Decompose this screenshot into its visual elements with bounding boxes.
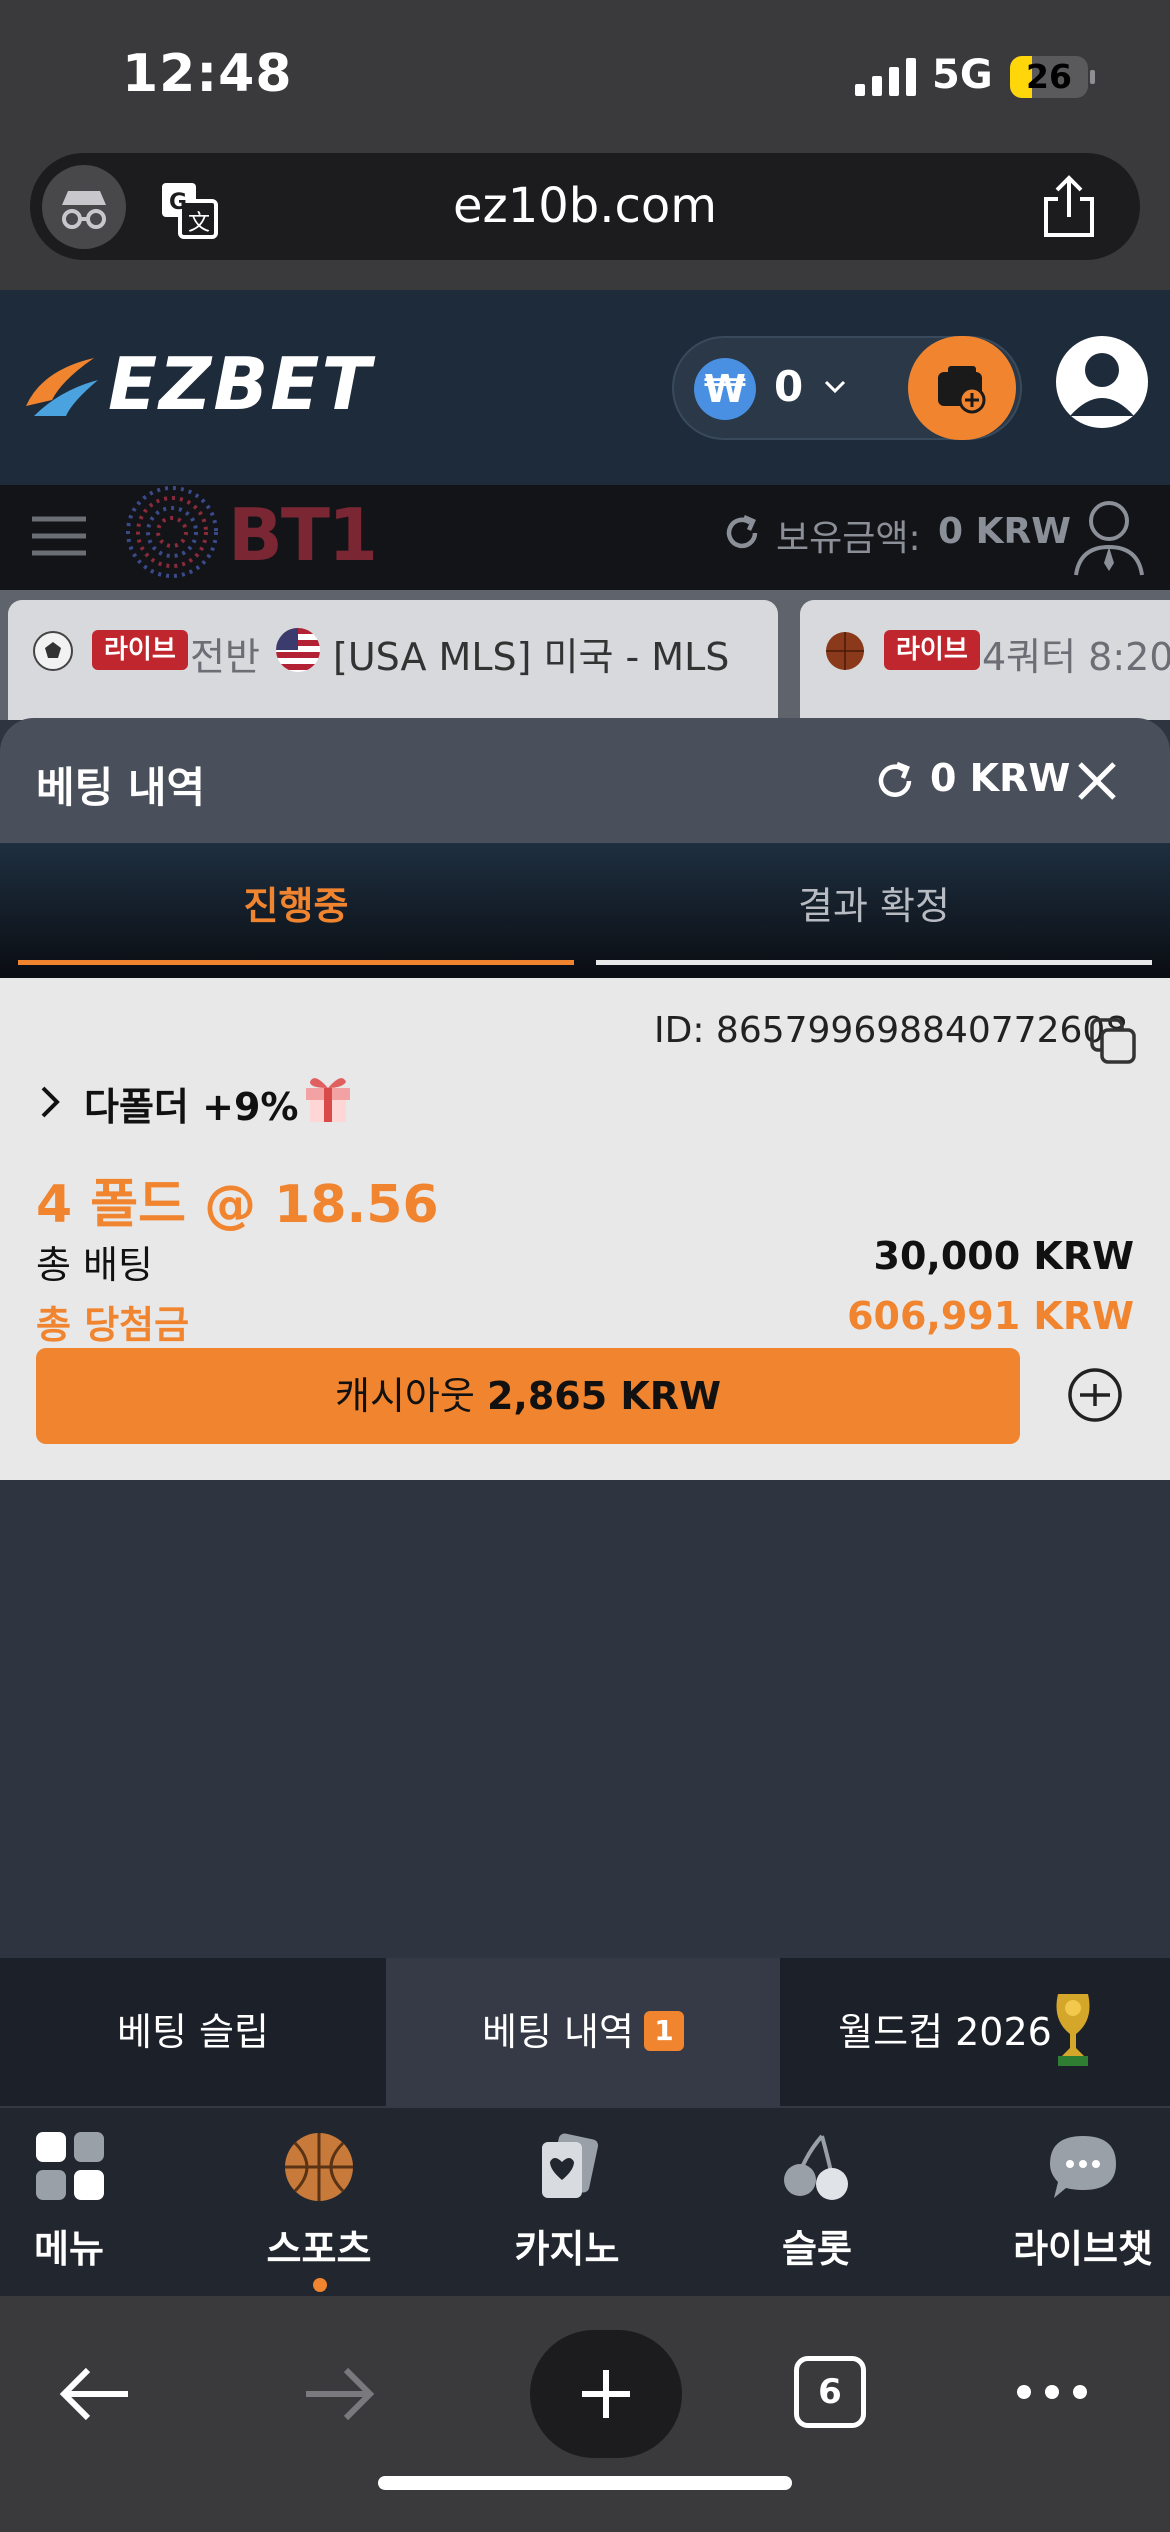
active-indicator [313,2278,327,2292]
nav-casino[interactable]: 카지노 [450,2108,684,2298]
ezbet-logo-icon[interactable] [22,350,102,422]
signal-icon [855,58,916,96]
deposit-button[interactable] [908,336,1016,440]
match-period: 4쿼터 8:20 [982,635,1170,679]
balance-label: 보유금액: [776,518,921,559]
browser-bar: ez10b.com G 文 [0,145,1170,290]
chevron-right-icon[interactable] [36,1084,66,1120]
panel-balance: 0 KRW [930,756,1071,800]
nav-sports[interactable]: 스포츠 [202,2108,436,2298]
copy-icon[interactable] [1090,1018,1136,1064]
cards-icon [542,2133,599,2198]
svg-text:文: 文 [188,211,210,236]
nav-label: 카지노 [514,2227,620,2271]
ezbet-logo-text[interactable]: EZBET [108,342,373,426]
cashout-label: 캐시아웃 [335,1374,475,1418]
tab-worldcup-label: 월드컵 2026 [838,2010,1052,2054]
grid-icon [36,2132,104,2200]
chat-icon [1050,2136,1116,2198]
live-badge: 라이브 [92,630,188,670]
network-label: 5G [932,52,993,98]
sponsor-logo-text: BT1 [228,493,378,577]
wallet-balance: 0 [774,362,804,411]
battery-cap [1090,70,1095,84]
bet-status-tabs: 진행중 결과 확정 [0,843,1170,978]
share-icon[interactable] [1040,175,1098,239]
wallet-plus-icon [938,366,986,414]
more-icon[interactable] [1014,2380,1090,2404]
agent-icon[interactable] [1072,497,1146,577]
bet-id: ID: 865799698840772608 [654,1010,1129,1051]
live-match-card[interactable]: 라이브 전반 [USA MLS] 미국 - MLS [8,600,778,720]
total-win-label: 총 당첨금 [36,1303,190,1347]
multi-fold-bonus[interactable]: 다폴더 +9% [84,1076,298,1131]
nav-menu[interactable]: 메뉴 [0,2108,234,2298]
profile-button[interactable] [1056,336,1148,428]
sponsor-logo-icon [126,486,218,578]
live-badge: 라이브 [884,630,980,670]
hamburger-menu-icon[interactable] [30,507,88,565]
cashout-value: 2,865 KRW [486,1374,721,1418]
new-tab-button[interactable] [530,2330,682,2458]
betslip-tabs: 베팅 슬립 베팅 내역 1 월드컵 2026 [0,1958,1170,2106]
total-bet-label: 총 배팅 [36,1243,153,1287]
fold-odds: 4 폴드 @ 18.56 [36,1175,439,1235]
tab-in-progress[interactable]: 진행중 [18,843,574,965]
live-match-card[interactable]: 라이브 4쿼터 8:20 [800,600,1170,720]
nav-label: 스포츠 [266,2227,372,2271]
nav-slots[interactable]: 슬롯 [700,2108,934,2298]
balance-value: 0 KRW [938,511,1071,552]
plus-icon [582,2370,630,2418]
basketball-icon [826,632,864,670]
sub-nav: BT1 보유금액: 0 KRW [0,485,1170,590]
tab-bet-slip[interactable]: 베팅 슬립 [0,1958,386,2106]
cashout-button[interactable]: 캐시아웃 2,865 KRW [36,1348,1020,1444]
private-browsing-icon[interactable] [42,165,126,249]
svg-text:G: G [169,190,187,215]
match-league: [USA MLS] 미국 - MLS [333,635,730,679]
translate-icon[interactable]: G 文 [160,181,218,239]
close-icon[interactable] [1074,758,1120,804]
battery-icon: 26 [1010,56,1088,98]
forward-arrow-icon[interactable] [302,2364,376,2424]
bet-card: ID: 865799698840772608 다폴더 +9% 4 폴드 @ 18… [0,978,1170,1480]
match-period: 전반 [190,635,260,679]
home-indicator [378,2476,792,2490]
panel-title: 베팅 내역 [36,763,206,812]
refresh-icon[interactable] [874,760,916,802]
cherry-icon [784,2134,848,2200]
tab-worldcup[interactable]: 월드컵 2026 [780,1958,1170,2106]
partial-cashout-icon[interactable] [1066,1366,1124,1424]
site-header: EZBET ₩ 0 [0,290,1170,485]
tab-settled[interactable]: 결과 확정 [596,843,1152,965]
tab-bet-history[interactable]: 베팅 내역 1 [386,1958,780,2106]
total-bet-value: 30,000 KRW [873,1234,1135,1278]
bet-history-panel-header: 베팅 내역 0 KRW [0,718,1170,843]
bet-count-badge: 1 [643,2010,684,2051]
gift-icon [306,1078,350,1122]
back-arrow-icon[interactable] [58,2364,132,2424]
live-match-ticker: 라이브 전반 [USA MLS] 미국 - MLS 라이브 4쿼터 8:20 [0,590,1170,720]
nav-label: 슬롯 [782,2227,852,2271]
status-time: 12:48 [122,44,293,104]
tab-bet-slip-label: 베팅 슬립 [117,2010,269,2054]
trophy-icon [1056,1994,1090,2066]
user-icon [1070,353,1134,416]
basketball-icon [285,2133,353,2201]
nav-live-chat[interactable]: 라이브챗 [966,2108,1170,2298]
chevron-down-icon [824,380,846,394]
battery-level: 26 [1026,57,1072,96]
usa-flag-icon [276,628,320,672]
nav-label: 메뉴 [34,2227,104,2271]
won-currency-icon: ₩ [694,358,756,420]
soccer-ball-icon [33,631,73,671]
tabs-button[interactable]: 6 [794,2356,866,2428]
refresh-icon[interactable] [722,513,762,553]
browser-toolbar: 6 [0,2296,1170,2532]
nav-label: 라이브챗 [1013,2227,1153,2271]
url-field[interactable]: ez10b.com G 文 [30,153,1140,260]
tab-bet-history-label: 베팅 내역 [482,2010,634,2054]
total-win-value: 606,991 KRW [847,1294,1134,1338]
main-nav: 메뉴 스포츠 카지노 슬롯 라이브챗 [0,2106,1170,2296]
